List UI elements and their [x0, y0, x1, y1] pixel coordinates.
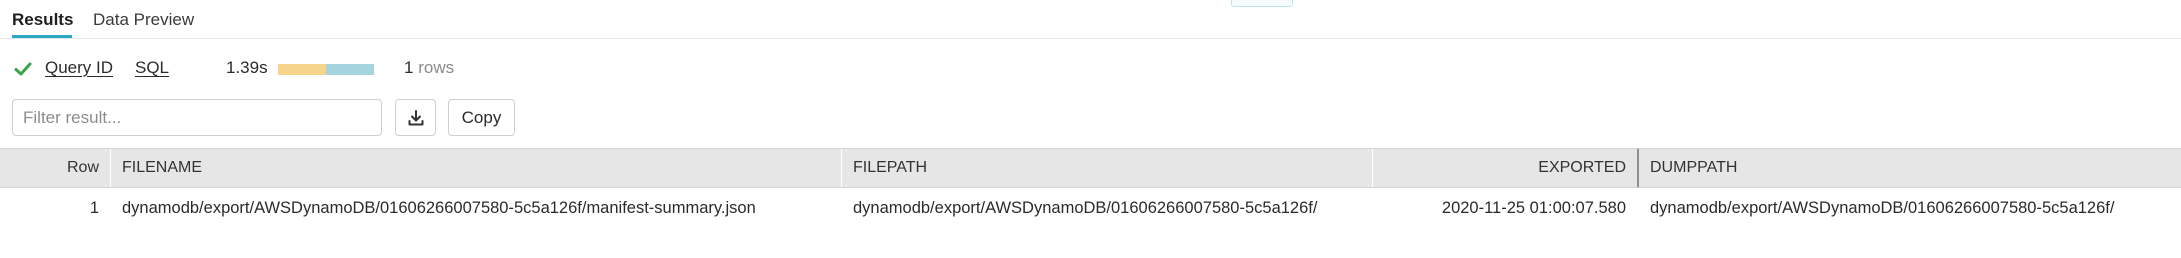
rows-count-value: 1 — [404, 58, 414, 77]
check-icon — [14, 62, 32, 76]
filter-result-input[interactable] — [12, 99, 382, 136]
cell-dumppath[interactable]: dynamodb/export/AWSDynamoDB/016062660075… — [1639, 188, 2181, 228]
table-row[interactable]: 1 dynamodb/export/AWSDynamoDB/0160626600… — [0, 188, 2181, 228]
copy-button[interactable]: Copy — [448, 99, 515, 136]
download-button[interactable] — [395, 99, 436, 136]
table-header: Row FILENAME FILEPATH EXPORTED DUMPPATH — [0, 148, 2181, 188]
column-header-row[interactable]: Row — [0, 149, 110, 187]
query-duration: 1.39s — [226, 58, 268, 77]
column-header-exported[interactable]: EXPORTED — [1373, 149, 1637, 187]
query-status-bar: Query ID SQL 1.39s 1 rows — [0, 56, 2181, 82]
results-tabs: Results Data Preview — [0, 0, 2181, 39]
active-tab-indicator — [12, 35, 72, 38]
rows-count: 1 rows — [404, 58, 454, 78]
cell-filename[interactable]: dynamodb/export/AWSDynamoDB/016062660075… — [111, 188, 841, 228]
panel-resize-handle[interactable] — [1231, 0, 1293, 7]
cell-filepath[interactable]: dynamodb/export/AWSDynamoDB/016062660075… — [842, 188, 1372, 228]
tab-results[interactable]: Results — [12, 10, 73, 30]
column-header-filepath[interactable]: FILEPATH — [842, 149, 1372, 187]
download-icon — [408, 110, 424, 126]
query-timing-bar — [278, 64, 374, 75]
query-results-panel: Results Data Preview Query ID SQL 1.39s … — [0, 0, 2181, 258]
rows-count-unit: rows — [418, 58, 455, 77]
sql-link[interactable]: SQL — [135, 58, 169, 78]
cell-row-number: 1 — [89, 199, 99, 217]
query-timing-bar-fill — [278, 64, 326, 75]
tab-data-preview[interactable]: Data Preview — [93, 10, 194, 30]
query-id-link[interactable]: Query ID — [45, 58, 113, 78]
cell-exported[interactable]: 2020-11-25 01:00:07.580 — [1373, 188, 1637, 228]
results-table: Row FILENAME FILEPATH EXPORTED DUMPPATH … — [0, 148, 2181, 258]
column-header-dumppath[interactable]: DUMPPATH — [1639, 149, 2181, 187]
column-header-filename[interactable]: FILENAME — [111, 149, 841, 187]
